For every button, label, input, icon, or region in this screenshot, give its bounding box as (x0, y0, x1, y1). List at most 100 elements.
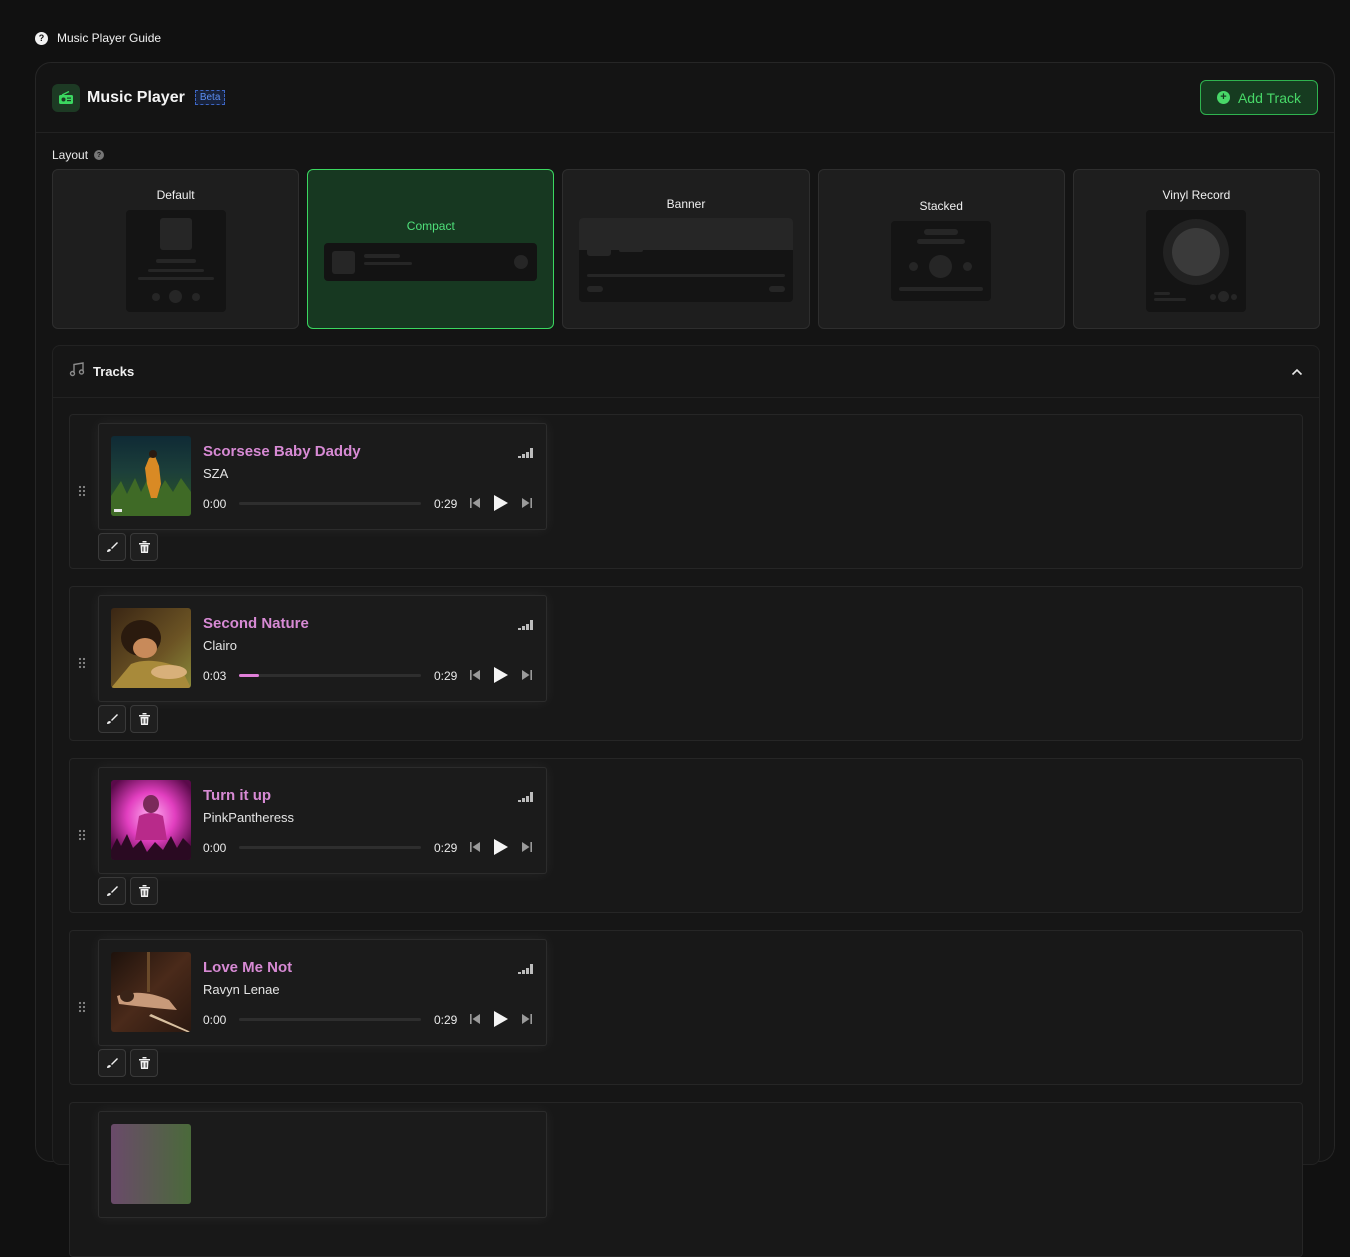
current-time: 0:03 (203, 669, 227, 683)
drag-handle-icon[interactable] (78, 829, 86, 841)
progress-fill (239, 674, 260, 677)
track-artist: PinkPantheress (203, 810, 295, 825)
edit-style-button[interactable] (98, 1049, 126, 1077)
skip-back-icon[interactable] (470, 841, 480, 853)
layout-label-text: Layout (52, 148, 89, 162)
skip-back-icon[interactable] (470, 1013, 480, 1025)
current-time: 0:00 (203, 841, 227, 855)
delete-track-button[interactable] (130, 1049, 158, 1077)
equalizer-icon[interactable] (518, 618, 534, 630)
track-actions (98, 533, 158, 561)
progress-bar[interactable] (239, 846, 421, 849)
equalizer-icon[interactable] (518, 446, 534, 458)
trash-icon (138, 713, 150, 725)
layout-option-label: Default (156, 188, 195, 202)
guide-label: Music Player Guide (57, 31, 162, 45)
duration: 0:29 (434, 1013, 458, 1027)
layout-option-label: Stacked (919, 199, 963, 213)
brush-icon (107, 886, 118, 896)
music-player-panel: Music Player Beta + Add Track Layout ? D… (35, 62, 1335, 1257)
edit-style-button[interactable] (98, 705, 126, 733)
delete-track-button[interactable] (130, 877, 158, 905)
duration: 0:29 (434, 497, 458, 511)
drag-handle-icon[interactable] (78, 657, 86, 669)
track-row: Love Me Not Ravyn Lenae 0:00 0:29 (69, 930, 1303, 1085)
layout-preview (1145, 210, 1246, 312)
track-artist: SZA (203, 466, 229, 481)
skip-forward-icon[interactable] (522, 841, 532, 853)
equalizer-icon[interactable] (518, 790, 534, 802)
trash-icon (138, 1057, 150, 1069)
skip-forward-icon[interactable] (522, 497, 532, 509)
track-row: Second Nature Clairo 0:03 0:29 (69, 586, 1303, 741)
compact-player: Turn it up PinkPantheress 0:00 0:29 (98, 767, 547, 874)
plus-circle-icon: + (1216, 91, 1230, 104)
page-title: Music Player (87, 88, 185, 106)
skip-forward-icon[interactable] (522, 1013, 532, 1025)
progress-bar[interactable] (239, 674, 421, 677)
duration: 0:29 (434, 669, 458, 683)
panel-header: Music Player Beta + Add Track (36, 63, 1334, 133)
track-artist: Ravyn Lenae (203, 982, 280, 997)
edit-style-button[interactable] (98, 533, 126, 561)
play-icon[interactable] (494, 839, 508, 855)
play-icon[interactable] (494, 495, 508, 511)
add-track-label: Add Track (1237, 89, 1301, 106)
drag-handle-icon[interactable] (78, 485, 86, 497)
layout-label: Layout ? (52, 148, 105, 162)
skip-forward-icon[interactable] (522, 669, 532, 681)
layout-preview (579, 218, 794, 302)
chevron-up-icon[interactable] (1291, 363, 1303, 381)
layout-preview (324, 243, 538, 281)
compact-player (98, 1111, 547, 1218)
brush-icon (107, 1058, 118, 1068)
drag-handle-icon[interactable] (78, 1001, 86, 1013)
delete-track-button[interactable] (130, 533, 158, 561)
radio-icon (52, 83, 80, 112)
delete-track-button[interactable] (130, 705, 158, 733)
add-track-button[interactable]: + Add Track (1199, 80, 1318, 115)
music-note-icon (69, 361, 85, 382)
track-title: Scorsese Baby Daddy (203, 443, 361, 460)
album-cover (111, 780, 191, 860)
layout-option-label: Vinyl Record (1162, 188, 1231, 202)
layout-option-vinyl-record[interactable]: Vinyl Record (1072, 169, 1321, 329)
layout-preview (890, 221, 991, 301)
compact-player: Love Me Not Ravyn Lenae 0:00 0:29 (98, 939, 547, 1046)
album-cover (111, 608, 191, 688)
track-actions (98, 877, 158, 905)
progress-bar[interactable] (239, 1018, 421, 1021)
trash-icon (138, 885, 150, 897)
track-actions (98, 705, 158, 733)
tracks-header[interactable]: Tracks (53, 346, 1319, 398)
progress-bar[interactable] (239, 502, 421, 505)
track-artist: Clairo (203, 638, 237, 653)
album-cover (111, 1124, 191, 1204)
layout-option-compact[interactable]: Compact (307, 169, 555, 329)
music-player-guide-link[interactable]: ? Music Player Guide (35, 31, 161, 45)
beta-badge: Beta (194, 90, 226, 105)
current-time: 0:00 (203, 497, 227, 511)
skip-back-icon[interactable] (470, 497, 480, 509)
question-circle-icon: ? (35, 31, 48, 45)
track-row: Scorsese Baby Daddy SZA 0:00 0:29 (69, 414, 1303, 569)
layout-option-stacked[interactable]: Stacked (817, 169, 1065, 329)
skip-back-icon[interactable] (470, 669, 480, 681)
layout-options: Default Compact Banner Stacked Vinyl Rec… (52, 169, 1321, 329)
tracks-section: Tracks Scorsese Baby Daddy SZA 0:00 0:29… (52, 345, 1320, 1257)
play-icon[interactable] (494, 667, 508, 683)
equalizer-icon[interactable] (518, 962, 534, 974)
brush-icon (107, 542, 118, 552)
layout-option-label: Compact (406, 219, 455, 233)
track-row (69, 1102, 1303, 1257)
layout-option-default[interactable]: Default (52, 169, 300, 329)
compact-player: Second Nature Clairo 0:03 0:29 (98, 595, 547, 702)
info-icon[interactable]: ? (94, 150, 105, 160)
edit-style-button[interactable] (98, 877, 126, 905)
duration: 0:29 (434, 841, 458, 855)
layout-option-banner[interactable]: Banner (562, 169, 810, 329)
layout-preview (126, 210, 226, 312)
track-title: Turn it up (203, 787, 272, 804)
brush-icon (107, 714, 118, 724)
play-icon[interactable] (494, 1011, 508, 1027)
